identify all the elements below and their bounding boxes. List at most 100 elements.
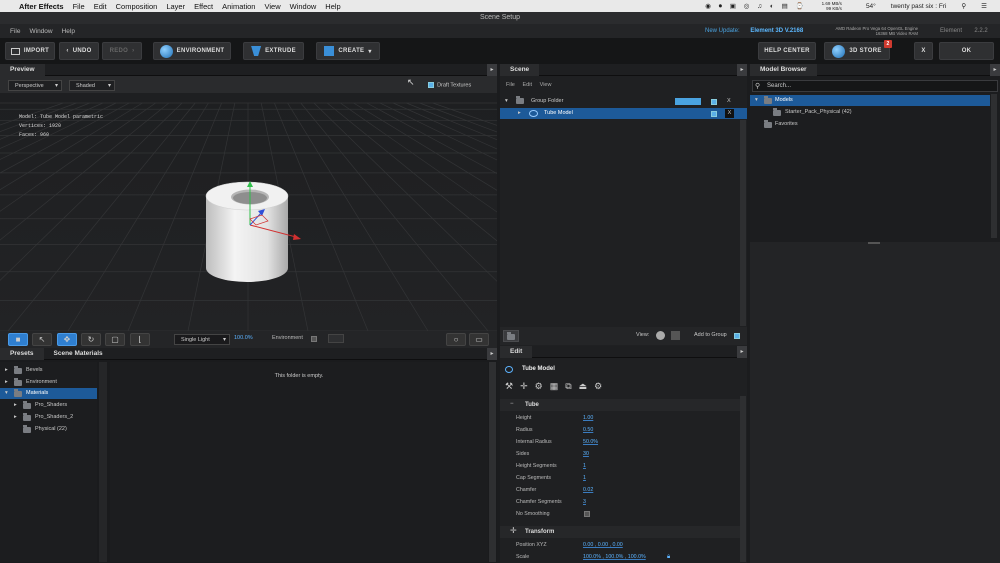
menu-animation[interactable]: Animation	[222, 2, 255, 11]
help-center-button[interactable]: HELP CENTER	[758, 42, 816, 60]
tree-environment[interactable]: ▸ Environment	[0, 377, 97, 388]
select-tool-button[interactable]: ↖	[32, 333, 52, 346]
weather-temp[interactable]: 54°	[866, 3, 876, 10]
model-delete-icon[interactable]: X	[725, 109, 734, 118]
tab-presets[interactable]: Presets	[0, 347, 44, 360]
redo-button[interactable]: REDO ›	[102, 42, 142, 60]
wrench-icon[interactable]: ⚒	[505, 381, 520, 391]
models-folder-row[interactable]: ▾ Models	[750, 95, 990, 106]
tab-edit[interactable]: Edit	[500, 345, 533, 358]
expand-arrow-icon[interactable]: ▸	[5, 377, 8, 388]
expand-arrow-icon[interactable]: ▸	[14, 412, 17, 423]
clock[interactable]: twenty past six : Fri	[891, 3, 947, 10]
panel-menu-icon[interactable]: ▸	[487, 64, 497, 76]
display-button[interactable]: ▭	[469, 333, 489, 346]
tree-splitter[interactable]	[99, 362, 107, 562]
group-visibility-checkbox[interactable]	[711, 99, 717, 105]
menu-effect[interactable]: Effect	[194, 2, 213, 11]
tab-scene-materials[interactable]: Scene Materials	[44, 348, 113, 360]
section-collapse-icon[interactable]: −	[510, 401, 514, 407]
scene-menu-file[interactable]: File	[506, 82, 515, 88]
tree-pro-shaders[interactable]: ▸ Pro_Shaders	[0, 400, 97, 411]
expand-arrow-icon[interactable]: ▸	[14, 400, 17, 411]
shading-dropdown[interactable]: Shaded	[69, 80, 115, 91]
menu-edit[interactable]: Edit	[94, 2, 107, 11]
tab-preview[interactable]: Preview	[0, 63, 45, 76]
expand-arrow-icon[interactable]: ▸	[5, 365, 8, 376]
tab-model-browser[interactable]: Model Browser	[750, 63, 817, 76]
search-icon[interactable]: ⚲	[961, 2, 966, 10]
gears-icon[interactable]: ⚙	[535, 381, 550, 391]
light-intensity[interactable]: 100.0%	[234, 335, 253, 341]
draft-textures-checkbox[interactable]	[428, 82, 434, 88]
tube-model-row[interactable]: ▸ Tube Model X	[500, 108, 747, 119]
tree-physical[interactable]: Physical (22)	[0, 424, 97, 435]
tube-section-header[interactable]: Tube	[500, 399, 740, 411]
app-name-menu[interactable]: After Effects	[19, 2, 64, 11]
menu-composition[interactable]: Composition	[116, 2, 158, 11]
scene-menu-edit[interactable]: Edit	[523, 82, 532, 88]
ok-button[interactable]: OK	[939, 42, 994, 60]
undo-button[interactable]: ‹ UNDO	[59, 42, 99, 60]
tree-materials[interactable]: ▾ Materials	[0, 388, 97, 399]
add-to-group-checkbox[interactable]	[734, 333, 740, 339]
expand-arrow-icon[interactable]: ▸	[518, 108, 521, 119]
panel-menu-icon[interactable]: ▸	[737, 346, 747, 358]
new-folder-button[interactable]	[503, 330, 519, 342]
splitter-handle[interactable]	[868, 242, 880, 244]
menu-window[interactable]: Window	[290, 2, 317, 11]
scale-tool-button[interactable]: ▢	[105, 333, 125, 346]
add-to-group-label[interactable]: Add to Group	[694, 332, 727, 338]
settings-icon[interactable]: ⚙	[594, 381, 609, 391]
panel-menu-icon[interactable]: ▸	[487, 348, 497, 360]
tab-scene[interactable]: Scene	[500, 63, 540, 76]
no-smoothing-checkbox[interactable]	[584, 511, 590, 517]
edit-scrollbar[interactable]	[740, 396, 746, 562]
transform-section-header[interactable]: Transform	[500, 526, 740, 538]
expand-arrow-icon[interactable]: ▾	[755, 95, 758, 106]
view-sphere-icon[interactable]	[656, 331, 665, 340]
scene-scrollbar[interactable]	[740, 120, 746, 326]
transform-icon[interactable]: ✛	[520, 381, 535, 391]
3d-store-button[interactable]: 3D STORE 2	[824, 40, 892, 60]
import-button[interactable]: IMPORT	[5, 42, 55, 60]
panel-menu-icon[interactable]: ▸	[990, 64, 1000, 76]
status-icons[interactable]: ◉ ⏺ ▣ ◎ ♫ ◐ ▤ ⌚	[705, 2, 806, 11]
view-grid-icon[interactable]	[671, 331, 680, 340]
extrude-button[interactable]: EXTRUDE	[243, 42, 304, 60]
close-button[interactable]: X	[914, 42, 933, 60]
texture-icon[interactable]: ▦	[550, 381, 566, 391]
render-button[interactable]: ○	[446, 333, 466, 346]
camera-dropdown[interactable]: Perspective	[8, 80, 62, 91]
3d-viewport[interactable]: Model: Tube Model parametric Vertices: 1…	[0, 93, 497, 331]
group-delete-icon[interactable]: X	[727, 96, 731, 107]
tree-pro-shaders-2[interactable]: ▸ Pro_Shaders_2	[0, 412, 97, 423]
expand-arrow-icon[interactable]: ▾	[505, 96, 508, 107]
copy-icon[interactable]: ⧉	[565, 381, 578, 391]
presets-scrollbar[interactable]	[489, 362, 496, 562]
menu-view[interactable]: View	[264, 2, 280, 11]
menu-help[interactable]: Help	[325, 2, 340, 11]
panel-menu-icon[interactable]: ▸	[737, 64, 747, 76]
menu-file[interactable]: File	[73, 2, 85, 11]
rotate-tool-button[interactable]: ↻	[81, 333, 101, 346]
control-center-icon[interactable]: ☰	[981, 2, 987, 10]
light-dropdown[interactable]: Single Light	[174, 334, 230, 345]
bake-icon[interactable]: ⏏	[579, 381, 595, 391]
app-menu-help[interactable]: Help	[62, 28, 75, 35]
app-menu-window[interactable]: Window	[29, 28, 52, 35]
model-search-input[interactable]: Search...	[752, 80, 998, 92]
expand-arrow-icon[interactable]: ▾	[5, 388, 8, 399]
scene-menu-view[interactable]: View	[540, 82, 552, 88]
model-visibility-checkbox[interactable]	[711, 111, 717, 117]
tree-bevels[interactable]: ▸ Bevels	[0, 365, 97, 376]
move-tool-button[interactable]: ✥	[57, 333, 77, 346]
starter-pack-row[interactable]: Starter_Pack_Physical (42)	[750, 107, 997, 118]
axis-tool-button[interactable]: ⌊	[130, 333, 150, 346]
lock-icon[interactable]: 🔒︎	[667, 551, 670, 563]
create-button[interactable]: CREATE ▾	[316, 42, 380, 60]
draft-textures-option[interactable]: Draft Textures	[428, 82, 471, 88]
group-folder-row[interactable]: ▾ Group Folder X	[500, 96, 747, 107]
environment-checkbox[interactable]	[311, 336, 317, 342]
update-notice[interactable]: New Update: Element 3D V.2168	[705, 24, 803, 38]
